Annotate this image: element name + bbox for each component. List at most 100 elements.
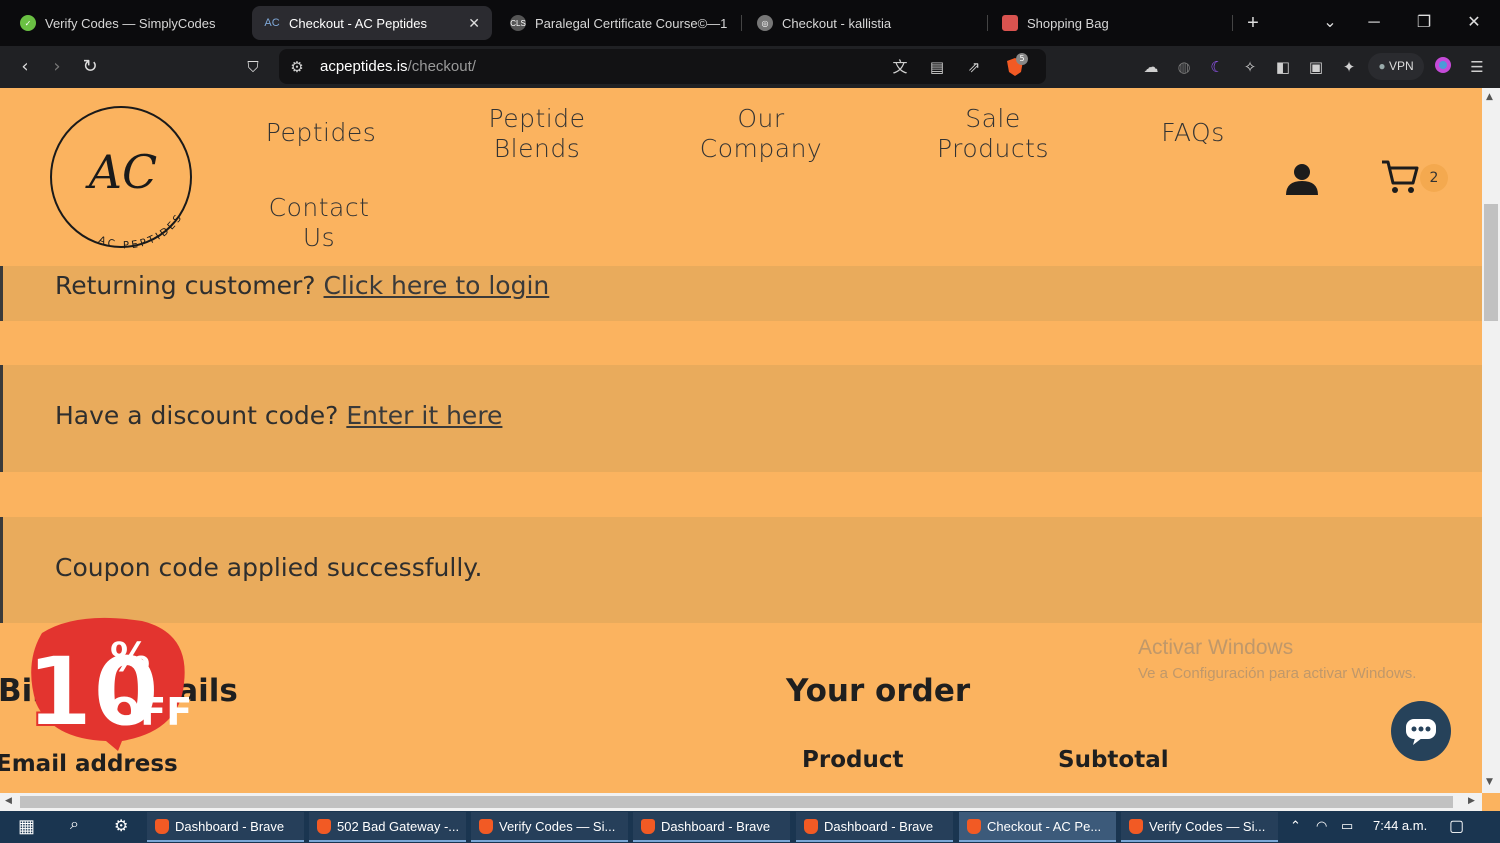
globe-favicon-icon: ◎: [757, 15, 773, 31]
svg-text:AC: AC: [85, 145, 157, 199]
url-text[interactable]: acpeptides.is/checkout/: [320, 58, 476, 75]
extensions-puzzle-icon[interactable]: ✧: [1239, 56, 1261, 78]
browser-tab-bar: ✓ Verify Codes — SimplyCodes AC Checkout…: [0, 0, 1500, 46]
back-icon[interactable]: ‹: [12, 54, 38, 80]
tab-title: Shopping Bag: [1027, 15, 1109, 31]
tab-title: Checkout - kallistia: [782, 15, 892, 31]
reader-mode-icon[interactable]: ▤: [926, 56, 948, 78]
nav-contact-us[interactable]: Contact Us: [250, 193, 388, 253]
notifications-icon[interactable]: ▢: [1449, 816, 1464, 836]
cart-count-badge: 2: [1420, 164, 1448, 192]
enter-coupon-link[interactable]: Enter it here: [346, 401, 502, 430]
translate-icon[interactable]: 文: [889, 56, 911, 78]
reload-icon[interactable]: ↻: [77, 54, 103, 80]
taskbar-item-verify-codes[interactable]: Verify Codes — Si...: [471, 812, 628, 842]
discount-code-text: Have a discount code? Enter it here: [55, 401, 503, 430]
ac-peptides-logo[interactable]: AC AC PEPTIDES: [50, 106, 196, 252]
tab-title: Checkout - AC Peptides: [289, 15, 428, 31]
ten-percent-off-promo-badge[interactable]: 10 % OFF: [22, 613, 197, 753]
svg-text:OFF: OFF: [108, 690, 192, 734]
account-user-icon[interactable]: [1284, 162, 1320, 196]
tab-list-chevron-icon[interactable]: ⌄: [1317, 10, 1343, 36]
tab-checkout-kallistia[interactable]: ◎ Checkout - kallistia: [745, 6, 985, 40]
tab-shopping-bag[interactable]: Shopping Bag: [990, 6, 1225, 40]
menu-hamburger-icon[interactable]: ☰: [1466, 56, 1488, 78]
windows-taskbar: ▦ ⌕ ⚙ Dashboard - Brave 502 Bad Gateway …: [0, 811, 1500, 843]
cloud-extension-icon[interactable]: ☁: [1140, 56, 1162, 78]
wifi-icon[interactable]: ◠: [1316, 818, 1327, 834]
windows-activation-subtext: Ve a Configuración para activar Windows.: [1138, 665, 1417, 682]
scroll-up-arrow-icon[interactable]: ▲: [1486, 92, 1493, 102]
chat-bubble-icon: [1406, 719, 1436, 745]
brave-browser-icon: [155, 818, 169, 834]
scroll-left-arrow-icon[interactable]: ◀: [5, 796, 12, 806]
forward-icon[interactable]: ›: [44, 54, 70, 80]
login-link[interactable]: Click here to login: [324, 271, 550, 300]
taskbar-clock[interactable]: 7:44 a.m.: [1373, 818, 1427, 833]
bookmark-icon[interactable]: ⛉: [240, 54, 266, 80]
vertical-scrollbar-thumb[interactable]: [1484, 204, 1498, 321]
restore-icon[interactable]: ❐: [1411, 10, 1437, 36]
wallet-icon[interactable]: ▣: [1305, 56, 1327, 78]
moon-extension-icon[interactable]: ☾: [1206, 56, 1228, 78]
nav-faqs[interactable]: FAQs: [1143, 118, 1243, 148]
scroll-down-arrow-icon[interactable]: ▼: [1486, 777, 1493, 787]
brave-browser-icon: [641, 818, 655, 834]
taskbar-item-dashboard-brave[interactable]: Dashboard - Brave: [633, 812, 790, 842]
tray-chevron-up-icon[interactable]: ⌃: [1290, 818, 1301, 834]
tab-title: Paralegal Certificate Course©—1: [535, 15, 728, 31]
tab-checkout-ac-peptides[interactable]: AC Checkout - AC Peptides ✕: [252, 6, 492, 40]
simplycodes-favicon-icon: ✓: [20, 15, 36, 31]
taskbar-item-checkout-ac-peptides[interactable]: Checkout - AC Pe...: [959, 812, 1116, 842]
order-column-subtotal: Subtotal: [1058, 747, 1169, 773]
taskbar-item-dashboard-brave[interactable]: Dashboard - Brave: [147, 812, 304, 842]
minimize-icon[interactable]: ─: [1361, 10, 1387, 36]
nav-sale-products[interactable]: Sale Products: [918, 104, 1068, 164]
start-grid-icon[interactable]: ▦: [18, 816, 35, 837]
site-settings-icon[interactable]: ⚙: [286, 56, 308, 78]
nav-peptides[interactable]: Peptides: [250, 118, 392, 148]
profile-avatar-icon[interactable]: [1432, 56, 1454, 78]
close-window-icon[interactable]: ✕: [1461, 10, 1487, 36]
svg-text:%: %: [110, 635, 150, 681]
email-address-label: Email address: [0, 751, 178, 777]
search-icon[interactable]: ⌕: [70, 816, 79, 834]
settings-gear-icon[interactable]: ⚙: [114, 816, 128, 836]
new-tab-icon[interactable]: +: [1240, 10, 1266, 36]
nav-our-company[interactable]: Our Company: [680, 104, 842, 164]
vpn-button[interactable]: ● VPN: [1368, 53, 1424, 80]
shields-count-badge: 5: [1016, 53, 1028, 65]
live-chat-button[interactable]: [1391, 701, 1451, 761]
battery-icon[interactable]: ▭: [1341, 818, 1353, 834]
tab-paralegal-course[interactable]: CLS Paralegal Certificate Course©—1: [498, 6, 738, 40]
taskbar-item-verify-codes[interactable]: Verify Codes — Si...: [1121, 812, 1278, 842]
tab-separator: [741, 15, 742, 31]
brave-browser-icon: [967, 818, 981, 834]
tab-verify-codes[interactable]: ✓ Verify Codes — SimplyCodes: [8, 6, 246, 40]
windows-activation-watermark: Activar Windows: [1138, 636, 1294, 659]
scroll-right-arrow-icon[interactable]: ▶: [1468, 796, 1475, 806]
your-order-heading: Your order: [786, 673, 971, 709]
nav-peptide-blends[interactable]: Peptide Blends: [466, 104, 608, 164]
leo-ai-icon[interactable]: ✦: [1338, 56, 1360, 78]
site-header: AC AC PEPTIDES Peptides Peptide Blends Ou…: [0, 88, 1482, 266]
coupon-success-notice: Coupon code applied successfully.: [0, 517, 1482, 623]
brave-browser-icon: [317, 818, 331, 834]
svg-text:AC PEPTIDES: AC PEPTIDES: [97, 211, 186, 251]
horizontal-scrollbar-thumb[interactable]: [20, 796, 1453, 808]
taskbar-item-502-bad-gateway[interactable]: 502 Bad Gateway -...: [309, 812, 466, 842]
checkout-page: AC AC PEPTIDES Peptides Peptide Blends Ou…: [0, 88, 1482, 793]
order-column-product: Product: [802, 747, 904, 773]
close-tab-icon[interactable]: ✕: [468, 15, 480, 32]
taskbar-item-dashboard-brave[interactable]: Dashboard - Brave: [796, 812, 953, 842]
vertical-scrollbar[interactable]: [1482, 88, 1500, 793]
sidebar-toggle-icon[interactable]: ◧: [1272, 56, 1294, 78]
tab-separator: [987, 15, 988, 31]
coupon-success-message: Coupon code applied successfully.: [55, 553, 483, 582]
cart-icon[interactable]: [1380, 158, 1420, 196]
tab-title: Verify Codes — SimplyCodes: [45, 15, 216, 31]
robot-extension-icon[interactable]: ◍: [1173, 56, 1195, 78]
tab-separator: [1232, 15, 1233, 31]
share-icon[interactable]: ⇗: [963, 56, 985, 78]
brave-browser-icon: [479, 818, 493, 834]
